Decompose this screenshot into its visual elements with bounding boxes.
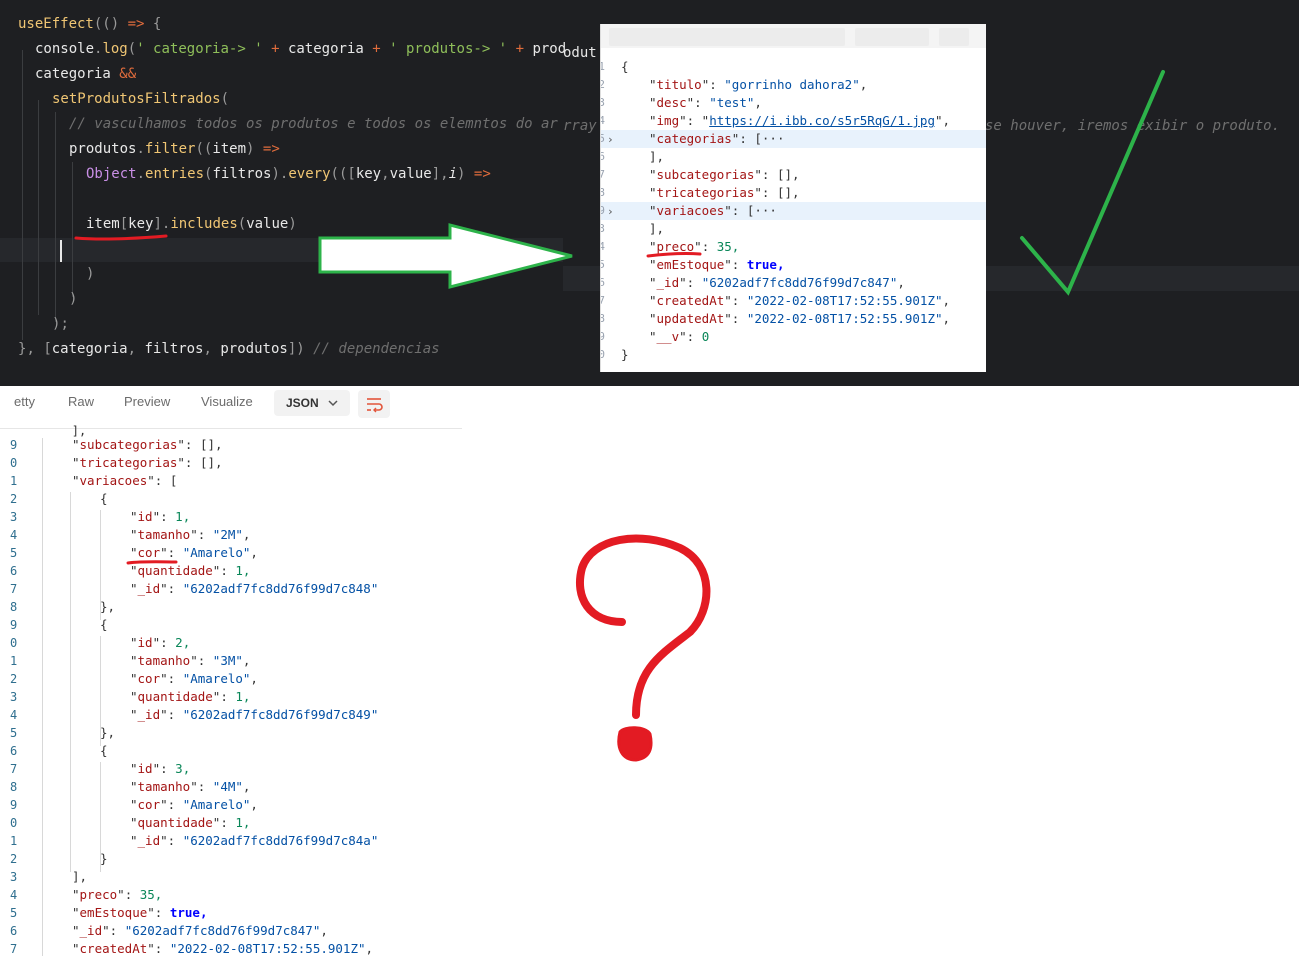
red-underline-cor [126,560,178,565]
red-underline-item-key [74,234,168,241]
right-arrow-icon [318,223,573,289]
question-mark-icon [576,534,711,762]
checkmark-icon [1020,70,1165,296]
red-underline-preco [646,252,702,258]
annotations-layer [74,70,1165,762]
